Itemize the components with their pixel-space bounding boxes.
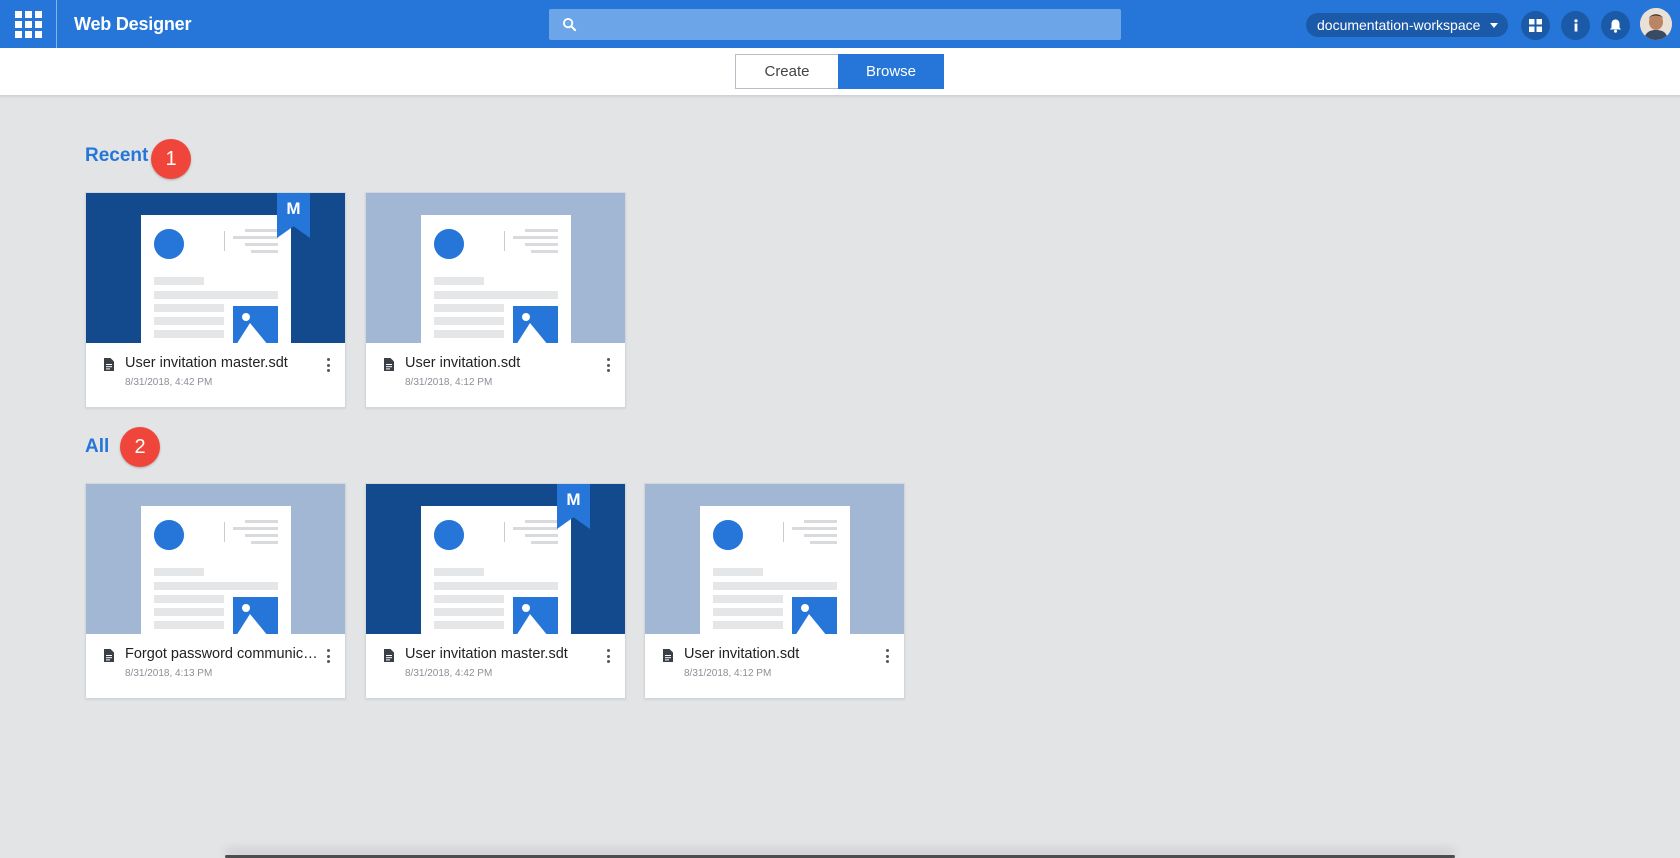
image-icon bbox=[233, 306, 278, 343]
notifications-button[interactable] bbox=[1601, 11, 1630, 40]
card-date: 8/31/2018, 4:12 PM bbox=[684, 668, 772, 679]
workspace-label: documentation-workspace bbox=[1317, 17, 1481, 33]
info-icon bbox=[1573, 19, 1578, 32]
card-title: User invitation master.sdt bbox=[125, 355, 288, 371]
card-date: 8/31/2018, 4:13 PM bbox=[125, 668, 213, 679]
file-icon bbox=[663, 649, 673, 662]
sub-bar: Create Browse bbox=[0, 48, 1680, 96]
apps-menu-button[interactable] bbox=[0, 0, 57, 48]
dashboard-button[interactable] bbox=[1521, 11, 1550, 40]
image-icon bbox=[792, 597, 837, 634]
avatar-image bbox=[1640, 8, 1672, 40]
template-thumbnail: M bbox=[366, 484, 625, 634]
dashboard-icon bbox=[1529, 19, 1542, 32]
template-card[interactable]: User invitation.sdt 8/31/2018, 4:12 PM bbox=[365, 192, 626, 408]
template-card[interactable]: Forgot password communicat... 8/31/2018,… bbox=[85, 483, 346, 699]
tab-create[interactable]: Create bbox=[735, 54, 838, 89]
callout-badge-2: 2 bbox=[120, 427, 160, 467]
template-thumbnail bbox=[86, 484, 345, 634]
card-title: User invitation.sdt bbox=[684, 646, 800, 662]
card-date: 8/31/2018, 4:42 PM bbox=[405, 668, 493, 679]
card-title: User invitation.sdt bbox=[405, 355, 521, 371]
app-title: Web Designer bbox=[74, 14, 192, 34]
search-input[interactable] bbox=[585, 9, 1115, 40]
search-icon bbox=[562, 17, 577, 32]
document-preview bbox=[421, 215, 571, 343]
file-icon bbox=[384, 649, 394, 662]
document-preview bbox=[141, 215, 291, 343]
more-vertical-icon[interactable] bbox=[607, 649, 611, 663]
file-icon bbox=[104, 358, 114, 371]
workspace-dropdown[interactable]: documentation-workspace bbox=[1306, 13, 1508, 37]
card-date: 8/31/2018, 4:42 PM bbox=[125, 377, 213, 388]
bell-icon bbox=[1610, 19, 1621, 33]
user-avatar[interactable] bbox=[1640, 8, 1672, 40]
tab-browse[interactable]: Browse bbox=[838, 54, 944, 89]
template-thumbnail bbox=[366, 193, 625, 343]
master-badge: M bbox=[277, 193, 310, 238]
image-icon bbox=[513, 306, 558, 343]
document-preview bbox=[700, 506, 850, 634]
search-bar[interactable] bbox=[549, 9, 1121, 40]
more-vertical-icon[interactable] bbox=[607, 358, 611, 372]
template-thumbnail: M bbox=[86, 193, 345, 343]
info-button[interactable] bbox=[1561, 11, 1590, 40]
more-vertical-icon[interactable] bbox=[886, 649, 890, 663]
image-icon bbox=[513, 597, 558, 634]
section-title-recent: Recent bbox=[85, 145, 149, 166]
card-title: User invitation master.sdt bbox=[405, 646, 568, 662]
file-icon bbox=[104, 649, 114, 662]
card-title: Forgot password communicat... bbox=[125, 646, 320, 662]
file-icon bbox=[384, 358, 394, 371]
apps-grid-icon bbox=[14, 10, 42, 38]
document-preview bbox=[421, 506, 571, 634]
section-title-all: All bbox=[85, 436, 110, 457]
template-card[interactable]: User invitation.sdt 8/31/2018, 4:12 PM bbox=[644, 483, 905, 699]
document-preview bbox=[141, 506, 291, 634]
chevron-down-icon bbox=[1490, 23, 1498, 28]
card-date: 8/31/2018, 4:12 PM bbox=[405, 377, 493, 388]
template-card[interactable]: M User invitation master.sdt 8/31/2018, … bbox=[365, 483, 626, 699]
master-badge: M bbox=[557, 484, 590, 529]
more-vertical-icon[interactable] bbox=[327, 649, 331, 663]
top-bar: Web Designer documentation-workspace bbox=[0, 0, 1680, 48]
image-icon bbox=[233, 597, 278, 634]
callout-badge-1: 1 bbox=[151, 139, 191, 179]
template-thumbnail bbox=[645, 484, 904, 634]
more-vertical-icon[interactable] bbox=[327, 358, 331, 372]
template-card[interactable]: M User invitation master.sdt 8/31/2018, … bbox=[85, 192, 346, 408]
